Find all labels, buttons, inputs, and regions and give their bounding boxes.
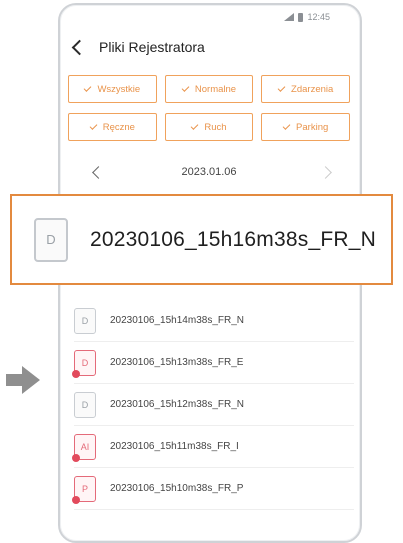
filter-manual[interactable]: Ręczne bbox=[68, 113, 157, 141]
event-file-icon: AI bbox=[72, 433, 96, 462]
chevron-left-icon[interactable] bbox=[92, 166, 105, 179]
file-icon: D bbox=[74, 307, 96, 334]
filter-normal[interactable]: Normalne bbox=[164, 75, 254, 103]
check-icon bbox=[282, 121, 291, 130]
page-title: Pliki Rejestratora bbox=[99, 39, 205, 55]
chevron-left-icon[interactable] bbox=[71, 39, 88, 55]
check-icon bbox=[191, 121, 199, 130]
filter-motion[interactable]: Ruch bbox=[164, 113, 254, 141]
current-date: 2023.01.06 bbox=[181, 166, 237, 178]
chevron-right-icon[interactable] bbox=[319, 166, 332, 179]
check-icon bbox=[181, 83, 190, 92]
date-bar: 2023.01.06 bbox=[68, 157, 350, 187]
signal-icon bbox=[284, 13, 295, 21]
event-file-icon: D bbox=[72, 349, 96, 378]
filter-parking[interactable]: Parking bbox=[261, 113, 350, 141]
filter-label: Ruch bbox=[204, 121, 227, 133]
file-icon: D bbox=[74, 391, 96, 418]
battery-icon bbox=[298, 12, 304, 22]
list-item[interactable]: D 20230106_15h12m38s_FR_N bbox=[74, 384, 354, 426]
filter-all[interactable]: Wszystkie bbox=[68, 75, 157, 103]
filter-label: Normalne bbox=[194, 83, 237, 95]
check-icon bbox=[84, 83, 92, 92]
filter-label: Wszystkie bbox=[97, 83, 141, 95]
file-name: 20230106_15h10m38s_FR_P bbox=[110, 483, 244, 494]
status-time: 12:45 bbox=[307, 12, 330, 22]
highlighted-file-callout[interactable]: D 20230106_15h16m38s_FR_N bbox=[10, 194, 393, 285]
arrow-right-icon bbox=[6, 366, 40, 394]
event-dot-icon bbox=[72, 369, 80, 378]
status-bar: 12:45 bbox=[284, 12, 330, 22]
list-item[interactable]: D 20230106_15h14m38s_FR_N bbox=[74, 300, 354, 342]
filter-events[interactable]: Zdarzenia bbox=[261, 75, 350, 103]
header: Pliki Rejestratora bbox=[71, 39, 205, 55]
event-dot-icon bbox=[72, 453, 80, 462]
file-name: 20230106_15h13m38s_FR_E bbox=[110, 357, 244, 368]
filter-label: Ręczne bbox=[102, 121, 135, 133]
list-item[interactable]: D 20230106_15h13m38s_FR_E bbox=[72, 342, 354, 384]
file-name: 20230106_15h14m38s_FR_N bbox=[110, 315, 244, 326]
event-dot-icon bbox=[72, 495, 80, 504]
filter-label: Zdarzenia bbox=[291, 83, 334, 95]
file-name: 20230106_15h11m38s_FR_I bbox=[110, 441, 239, 452]
file-list: D 20230106_15h14m38s_FR_N D 20230106_15h… bbox=[72, 300, 354, 510]
event-file-icon: P bbox=[72, 475, 96, 504]
filter-label: Parking bbox=[296, 121, 329, 133]
list-item[interactable]: P 20230106_15h10m38s_FR_P bbox=[72, 468, 354, 510]
list-item[interactable]: AI 20230106_15h11m38s_FR_I bbox=[72, 426, 354, 468]
filter-grid: Wszystkie Normalne Zdarzenia Ręczne Ruch… bbox=[68, 75, 350, 141]
check-icon bbox=[277, 83, 286, 92]
highlighted-file-name: 20230106_15h16m38s_FR_N bbox=[90, 227, 376, 251]
file-icon: D bbox=[34, 217, 68, 262]
file-name: 20230106_15h12m38s_FR_N bbox=[110, 399, 244, 410]
check-icon bbox=[89, 121, 98, 130]
